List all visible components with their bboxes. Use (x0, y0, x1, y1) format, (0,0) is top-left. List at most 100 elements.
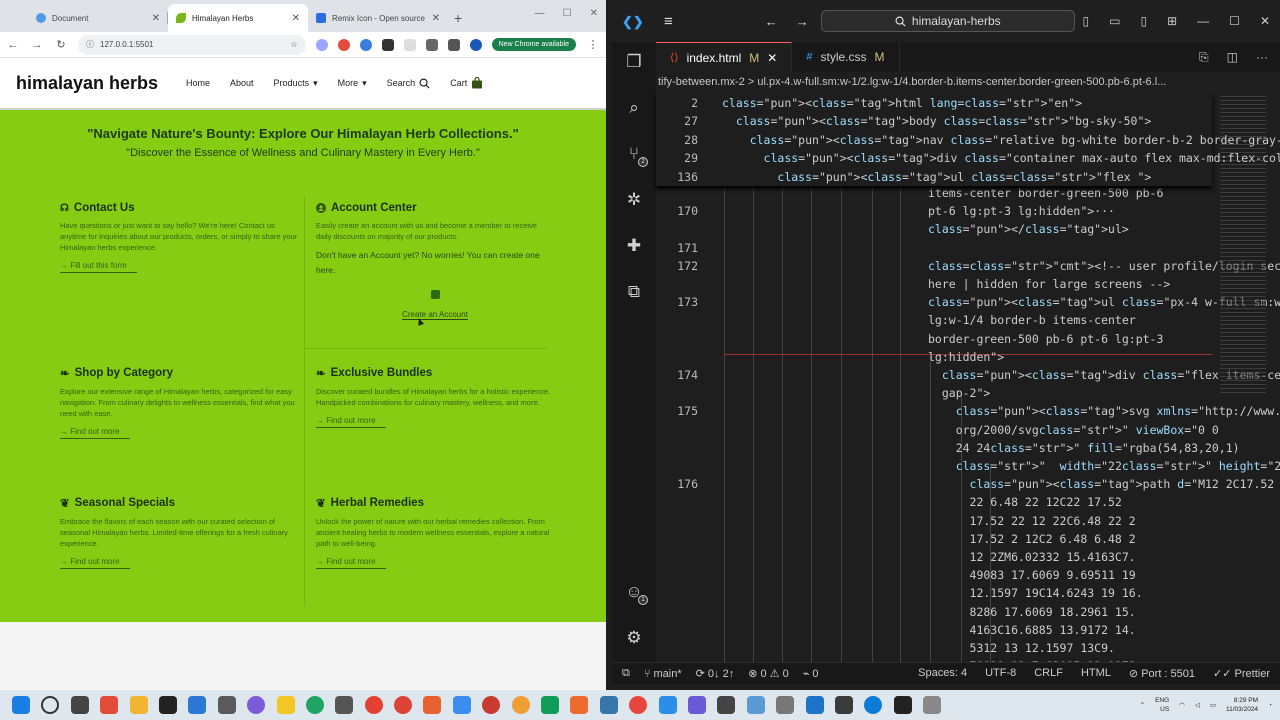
app-icon[interactable] (746, 696, 765, 714)
nav-home[interactable]: Home (186, 78, 210, 88)
more-actions-icon[interactable]: ··· (1256, 50, 1268, 65)
code-line[interactable]: 170 pt-6 lg:pt-3 lg:hidden">··· (656, 202, 1212, 220)
notification-icon[interactable]: ◔ (1268, 702, 1272, 709)
clock[interactable]: 8:29 PM 11/03/2024 (1226, 696, 1258, 714)
app-icon[interactable] (423, 696, 442, 714)
minimize-icon[interactable]: — (535, 8, 545, 19)
layout-icon[interactable]: ⊞ (1167, 14, 1177, 28)
toggle-sidebar-icon[interactable]: ▯ (1083, 14, 1090, 28)
create-account-button[interactable]: Create an Account (402, 310, 468, 320)
accounts-icon[interactable]: ☺ 1 (624, 582, 648, 605)
language-mode-status[interactable]: HTML (1081, 667, 1111, 680)
code-line[interactable]: 173 class="pun"><class="tag">ul class="px… (656, 293, 1280, 311)
split-editor-icon[interactable]: ◫ (1227, 50, 1238, 65)
terminal-icon[interactable] (893, 696, 912, 714)
nav-cart[interactable]: Cart (450, 77, 483, 89)
forward-icon[interactable]: → (30, 39, 44, 51)
remote-explorer-icon[interactable]: ⧉ (624, 282, 644, 302)
seasonal-find-more-link[interactable]: → Find out more (60, 557, 130, 569)
code-line[interactable]: 29 class="pun"><class="tag">div class="c… (656, 149, 1280, 167)
app-icon[interactable] (305, 696, 324, 714)
code-line[interactable]: items-center border-green-500 pb-6 (656, 184, 1212, 202)
browser-tab-himalayan-herbs[interactable]: Himalayan Herbs ✕ (168, 4, 308, 32)
app-icon[interactable] (511, 696, 530, 714)
code-line[interactable]: 172 class=class="str">"cmt"><!-- user pro… (656, 257, 1280, 275)
app-icon[interactable] (247, 696, 266, 714)
app-icon[interactable] (100, 696, 119, 714)
encoding-status[interactable]: UTF-8 (985, 667, 1016, 680)
sync-status[interactable]: ⟳ 0↓ 2↑ (696, 667, 735, 680)
volume-icon[interactable]: ◁ (1195, 701, 1200, 709)
code-line[interactable]: org/2000/svgclass="str">" viewBox="0 0 (656, 421, 1219, 439)
app-icon[interactable] (629, 696, 648, 714)
app-icon[interactable] (452, 696, 471, 714)
browser-tab-document[interactable]: Document ✕ (28, 4, 168, 32)
source-control-icon[interactable]: ⑂ 2 (624, 144, 648, 167)
code-line[interactable]: 136 class="pun"><class="tag">ul class=cl… (656, 168, 1212, 186)
maximize-icon[interactable]: ☐ (1229, 14, 1240, 28)
nav-more[interactable]: More ▾ (338, 78, 367, 89)
nav-products[interactable]: Products ▾ (274, 78, 318, 89)
task-view-icon[interactable] (70, 696, 89, 714)
code-line[interactable]: class="pun"></class="tag">ul> (656, 220, 1212, 238)
code-line[interactable]: 12 2ZM6.02332 15.4163C7. (656, 548, 1212, 566)
nav-about[interactable]: About (230, 78, 254, 88)
reload-icon[interactable]: ↻ (54, 38, 68, 51)
toggle-secondary-sidebar-icon[interactable]: ▯ (1141, 14, 1148, 28)
code-line[interactable]: 27 class="pun"><class="tag">body class=c… (656, 112, 1212, 130)
chrome-icon[interactable] (364, 696, 383, 714)
code-line[interactable]: 12.1597 19C14.6243 19 16. (656, 584, 1212, 602)
code-line[interactable]: lg:w-1/4 border-b items-center (656, 311, 1212, 329)
nav-search[interactable]: Search (387, 78, 431, 89)
fill-form-link[interactable]: → Fill out this form (60, 261, 137, 273)
code-line[interactable]: gap-2"> (656, 384, 1212, 402)
extension-icon[interactable] (381, 38, 394, 51)
app-icon[interactable] (335, 696, 354, 714)
app-icon[interactable] (482, 696, 501, 714)
maximize-icon[interactable]: ☐ (563, 8, 572, 19)
site-info-icon[interactable]: ⓘ (86, 39, 94, 50)
open-preview-icon[interactable]: ⎘ (1199, 50, 1209, 65)
close-icon[interactable]: ✕ (767, 51, 777, 65)
sidepanel-icon[interactable] (447, 38, 460, 51)
code-line[interactable]: lg:hidden"> (656, 348, 1212, 366)
remedies-find-more-link[interactable]: → Find out more (316, 557, 386, 569)
back-icon[interactable]: ← (765, 14, 778, 29)
extension-icon[interactable] (359, 38, 372, 51)
menu-icon[interactable]: ≡ (664, 13, 673, 30)
close-window-icon[interactable]: ✕ (1260, 14, 1270, 28)
app-icon[interactable] (599, 696, 618, 714)
app-icon[interactable] (570, 696, 589, 714)
app-icon[interactable] (864, 696, 883, 714)
code-line[interactable]: 4163C16.6885 13.9172 14. (656, 621, 1212, 639)
app-icon[interactable] (805, 696, 824, 714)
puzzle-icon[interactable] (425, 38, 438, 51)
close-icon[interactable]: ✕ (432, 13, 440, 24)
app-icon[interactable] (776, 696, 795, 714)
bundles-find-more-link[interactable]: → Find out more (316, 416, 386, 428)
tray-chevron-icon[interactable]: ⌃ (1140, 701, 1145, 709)
app-icon[interactable] (717, 696, 736, 714)
minimize-icon[interactable]: — (1197, 14, 1209, 28)
code-line[interactable]: border-green-500 pb-6 pt-6 lg:pt-3 (656, 330, 1212, 348)
browser-tab-remix-icon[interactable]: Remix Icon - Open source ✕ (308, 4, 448, 32)
problems-status[interactable]: ⊗ 0 ⚠ 0 (748, 667, 789, 680)
run-debug-icon[interactable]: ✲ (624, 190, 644, 210)
toggle-panel-icon[interactable]: ▭ (1109, 14, 1120, 28)
app-icon[interactable] (687, 696, 706, 714)
code-line[interactable]: here | hidden for large screens --> (656, 275, 1212, 293)
code-line[interactable]: 17.52 2 12C2 6.48 6.48 2 (656, 530, 1212, 548)
settings-gear-icon[interactable]: ⚙ (624, 628, 644, 648)
code-line[interactable]: 174 class="pun"><class="tag">div class="… (656, 366, 1280, 384)
tab-style-css[interactable]: # style.css M (792, 42, 900, 72)
app-icon[interactable] (394, 696, 413, 714)
breadcrumb[interactable]: tify-between.mx-2 > ul.px-4.w-full.sm:w-… (656, 72, 1280, 94)
update-chrome-button[interactable]: New Chrome available (491, 38, 576, 51)
ports-status[interactable]: ⌁ 0 (803, 667, 819, 680)
code-line[interactable]: 17.52 22 12 22C6.48 22 2 (656, 512, 1212, 530)
menu-dots-icon[interactable]: ⋮ (586, 38, 600, 51)
code-line[interactable]: 8286 17.6069 18.2961 15. (656, 603, 1212, 621)
code-line[interactable]: 2 class="pun"><class="tag">html lang=clas… (656, 94, 1212, 112)
code-line[interactable]: 176 class="pun"><class="tag">path d="M12… (656, 475, 1274, 493)
extension-icon[interactable] (315, 38, 328, 51)
